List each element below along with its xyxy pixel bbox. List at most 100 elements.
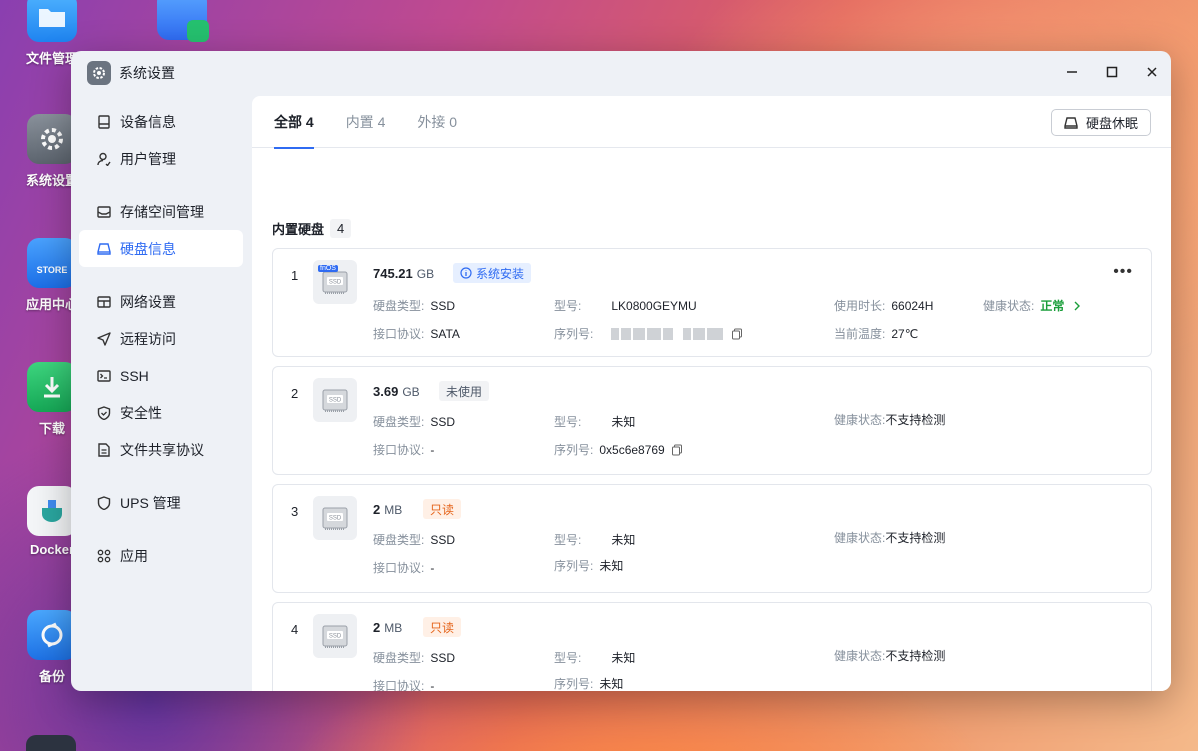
gear-icon bbox=[27, 114, 77, 164]
interface-field: 接口协议: - bbox=[373, 560, 435, 576]
disk-number: 3 bbox=[291, 504, 299, 519]
network-icon bbox=[96, 294, 112, 310]
disk-type-field: 硬盘类型: SSD bbox=[373, 414, 456, 430]
settings-window: 系统设置 设备信息 用户管理 存储空间管理 硬盘信息 网络设置 远程访问 SSH… bbox=[71, 51, 1171, 691]
device-icon bbox=[96, 114, 112, 130]
apps-icon bbox=[96, 548, 112, 564]
section-title: 内置硬盘 bbox=[272, 222, 325, 237]
disk-size: 2 MB bbox=[373, 502, 403, 517]
sidebar-item-label: 应用 bbox=[120, 547, 148, 564]
window-titlebar[interactable]: 系统设置 bbox=[71, 51, 1171, 95]
minimize-icon bbox=[1067, 71, 1077, 73]
fnos-tag: fnOS bbox=[318, 265, 338, 272]
tab-all[interactable]: 全部 4 bbox=[274, 96, 314, 149]
sidebar-item-label: 设备信息 bbox=[120, 113, 176, 130]
disk-sleep-button[interactable]: 硬盘休眠 bbox=[1050, 109, 1151, 136]
sidebar: 设备信息 用户管理 存储空间管理 硬盘信息 网络设置 远程访问 SSH 安全性 … bbox=[71, 103, 251, 574]
tab-external[interactable]: 外接 0 bbox=[417, 96, 457, 148]
disk-icon bbox=[1064, 116, 1078, 130]
sidebar-item-label: 网络设置 bbox=[120, 293, 176, 310]
disk-size: 2 MB bbox=[373, 620, 403, 635]
serial-field: 序列号: 0x5c6e8769 bbox=[554, 441, 683, 458]
disk-tabs: 全部 4 内置 4 外接 0 硬盘休眠 bbox=[252, 96, 1171, 149]
temperature-field: 当前温度: 27℃ bbox=[834, 326, 919, 342]
copy-icon[interactable] bbox=[731, 328, 743, 340]
interface-field: 接口协议: SATA bbox=[373, 326, 460, 342]
model-field: 型号: LK0800GEYMU bbox=[554, 298, 697, 314]
sidebar-item-file-share[interactable]: 文件共享协议 bbox=[79, 431, 243, 468]
backup-icon bbox=[27, 610, 77, 660]
storage-icon bbox=[96, 204, 112, 220]
window-title: 系统设置 bbox=[119, 65, 175, 81]
info-icon bbox=[460, 267, 472, 279]
disk-size: 745.21 GB bbox=[373, 266, 435, 281]
monitor-app-icon[interactable] bbox=[26, 735, 76, 751]
disk-card[interactable]: 1 SSD fnOS 745.21 GB 系统安装 ••• 硬盘类型: SSD 接口… bbox=[272, 248, 1152, 357]
sidebar-item-label: 存储空间管理 bbox=[120, 203, 204, 220]
close-button[interactable] bbox=[1139, 59, 1165, 85]
sidebar-item-label: SSH bbox=[120, 367, 149, 384]
remote-icon bbox=[96, 331, 112, 347]
sidebar-item-apps[interactable]: 应用 bbox=[79, 537, 243, 574]
ssd-icon: SSD fnOS bbox=[313, 260, 357, 304]
copy-icon[interactable] bbox=[671, 444, 683, 456]
sidebar-item-label: 用户管理 bbox=[120, 150, 176, 167]
store-tile-text: STORE bbox=[36, 265, 68, 275]
read-only-badge: 只读 bbox=[423, 499, 462, 519]
shield-icon bbox=[96, 405, 112, 421]
model-field: 型号: 未知 bbox=[554, 533, 636, 547]
disk-type-field: 硬盘类型: SSD bbox=[373, 298, 456, 314]
section-count: 4 bbox=[330, 219, 352, 238]
sidebar-item-ssh[interactable]: SSH bbox=[79, 357, 243, 394]
interface-field: 接口协议: - bbox=[373, 678, 435, 692]
download-badge-icon bbox=[187, 20, 209, 42]
disk-card[interactable]: 3 SSD 2 MB 只读 硬盘类型: SSD 接口协议: - 型号: 未知 序列号: 未… bbox=[272, 484, 1152, 593]
svg-text:SSD: SSD bbox=[329, 634, 342, 640]
maximize-icon bbox=[1106, 66, 1118, 78]
store-icon: STORE bbox=[27, 238, 77, 288]
user-icon bbox=[96, 151, 112, 167]
disk-size: 3.69 GB bbox=[373, 384, 420, 399]
more-options-icon[interactable]: ••• bbox=[1113, 263, 1133, 281]
disk-number: 1 bbox=[291, 268, 299, 283]
sidebar-item-label: 远程访问 bbox=[120, 330, 176, 347]
main-content: 全部 4 内置 4 外接 0 硬盘休眠 内置硬盘 4 1 SSD fnOS 74… bbox=[252, 96, 1171, 691]
section-header: 内置硬盘 4 bbox=[272, 219, 352, 238]
sidebar-item-device-info[interactable]: 设备信息 bbox=[79, 103, 243, 140]
serial-redacted bbox=[611, 327, 725, 340]
disk-type-field: 硬盘类型: SSD bbox=[373, 650, 456, 666]
sidebar-item-users[interactable]: 用户管理 bbox=[79, 140, 243, 177]
sidebar-item-label: 硬盘信息 bbox=[120, 240, 176, 257]
health-field: 健康状态: 不支持检测 bbox=[834, 531, 946, 545]
sidebar-item-storage[interactable]: 存储空间管理 bbox=[79, 193, 243, 230]
disk-card[interactable]: 4 SSD 2 MB 只读 硬盘类型: SSD 接口协议: - 型号: 未知 序列号: 未… bbox=[272, 602, 1152, 691]
uptime-field: 使用时长: 66024H bbox=[834, 298, 934, 314]
svg-text:SSD: SSD bbox=[329, 280, 342, 286]
sidebar-item-remote-access[interactable]: 远程访问 bbox=[79, 320, 243, 357]
media-app-icon[interactable] bbox=[157, 0, 209, 42]
ssd-icon: SSD bbox=[313, 614, 357, 658]
minimize-button[interactable] bbox=[1059, 59, 1085, 85]
health-field[interactable]: 健康状态: 正常 bbox=[983, 297, 1082, 314]
ssd-icon: SSD bbox=[313, 496, 357, 540]
sidebar-item-label: 安全性 bbox=[120, 404, 162, 421]
sidebar-item-label: UPS 管理 bbox=[120, 494, 181, 511]
sidebar-item-disk-info[interactable]: 硬盘信息 bbox=[79, 230, 243, 267]
sidebar-item-ups[interactable]: UPS 管理 bbox=[79, 484, 243, 521]
sidebar-item-network[interactable]: 网络设置 bbox=[79, 283, 243, 320]
tab-internal[interactable]: 内置 4 bbox=[346, 96, 386, 148]
close-icon bbox=[1147, 67, 1157, 77]
ssh-icon bbox=[96, 368, 112, 384]
maximize-button[interactable] bbox=[1099, 59, 1125, 85]
disk-sleep-label: 硬盘休眠 bbox=[1085, 116, 1138, 131]
disk-number: 2 bbox=[291, 386, 299, 401]
sidebar-item-security[interactable]: 安全性 bbox=[79, 394, 243, 431]
disk-card[interactable]: 2 SSD 3.69 GB 未使用 硬盘类型: SSD 接口协议: - 型号: 未知 序… bbox=[272, 366, 1152, 475]
read-only-badge: 只读 bbox=[423, 617, 462, 637]
disk-icon bbox=[96, 241, 112, 257]
unused-badge: 未使用 bbox=[439, 381, 490, 401]
model-field: 型号: 未知 bbox=[554, 415, 636, 429]
ups-icon bbox=[96, 495, 112, 511]
ssd-icon: SSD bbox=[313, 378, 357, 422]
serial-field: 序列号: bbox=[554, 325, 743, 342]
